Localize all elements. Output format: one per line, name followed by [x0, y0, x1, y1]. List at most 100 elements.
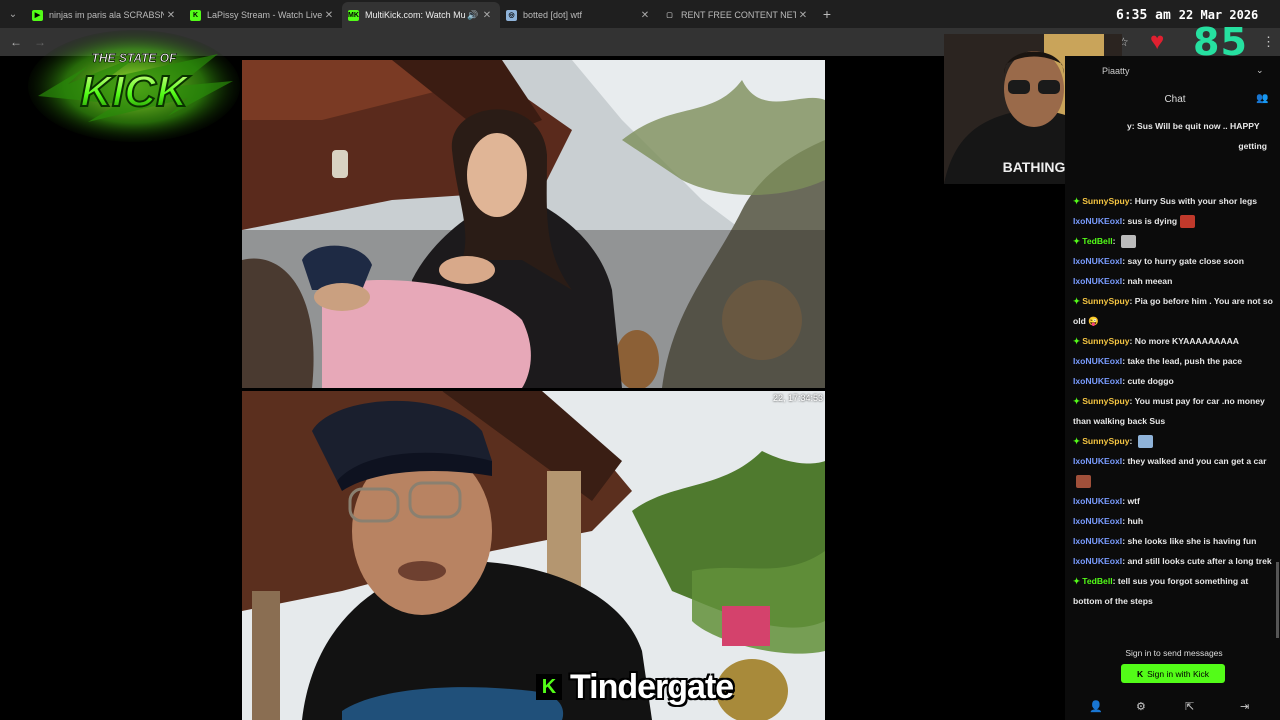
video-frame-top-scene: [242, 60, 825, 388]
chat-username[interactable]: SunnySpuy: [1082, 296, 1129, 306]
chat-username[interactable]: IxoNUKEoxI: [1073, 456, 1122, 466]
chat-username[interactable]: SunnySpuy: [1082, 196, 1129, 206]
emote-icon: [1137, 435, 1153, 449]
video-timestamp: 22, 17:34:53: [772, 393, 823, 403]
chat-username[interactable]: TedBell: [1082, 576, 1112, 586]
chat-text: No more KYAAAAAAAAA: [1134, 336, 1239, 346]
chat-partial-line: getting: [1238, 141, 1267, 151]
chat-message: IxoNUKEoxI: and still looks cute after a…: [1073, 551, 1275, 571]
tab-title: ninjas im paris ala SCRABSNYC: [49, 10, 164, 20]
chat-message: ✦ TedBell:: [1073, 231, 1275, 251]
stream-caption: K Tindergate: [536, 668, 734, 706]
browser-tab[interactable]: MK MultiKick.com: Watch Multi 🔊 ✕: [342, 2, 500, 28]
chevron-down-icon[interactable]: ⌄: [1256, 65, 1264, 76]
chat-username[interactable]: SunnySpuy: [1082, 396, 1129, 406]
chat-message: IxoNUKEoxI: they walked and you can get …: [1073, 451, 1275, 491]
chat-username[interactable]: IxoNUKEoxI: [1073, 256, 1122, 266]
multikick-icon: MK: [348, 9, 359, 21]
signin-button-label: Sign in with Kick: [1147, 668, 1210, 679]
close-tab-icon[interactable]: ✕: [480, 10, 494, 21]
chat-message: ✦ SunnySpuy:: [1073, 431, 1275, 451]
chat-username[interactable]: IxoNUKEoxI: [1073, 516, 1122, 526]
chat-username[interactable]: TedBell: [1082, 236, 1112, 246]
stream-video-bottom[interactable]: 22, 17:34:53: [242, 391, 825, 720]
chat-text: wtf: [1127, 496, 1140, 506]
speaker-icon[interactable]: 🔊: [466, 10, 480, 21]
chat-streamer-name[interactable]: Piaatty: [1102, 66, 1130, 76]
gear-icon[interactable]: ⚙: [1136, 700, 1146, 713]
state-of-kick-logo: THE STATE OF KICK: [28, 26, 240, 142]
chat-message: IxoNUKEoxI: she looks like she is having…: [1073, 531, 1275, 551]
close-tab-icon[interactable]: ✕: [322, 10, 336, 21]
browser-tab[interactable]: ◎ botted [dot] wtf ✕: [500, 2, 658, 28]
chat-username[interactable]: IxoNUKEoxI: [1073, 536, 1122, 546]
tab-title: RENT FREE CONTENT NETWOR: [681, 10, 796, 20]
bot-icon: ◎: [506, 9, 517, 21]
kick-logo-icon: K: [536, 674, 562, 700]
chat-message: IxoNUKEoxI: wtf: [1073, 491, 1275, 511]
chat-message: IxoNUKEoxI: nah meean: [1073, 271, 1275, 291]
add-user-icon[interactable]: 👤: [1089, 700, 1103, 713]
stream-video-top[interactable]: [242, 60, 825, 388]
chat-separator: :: [1112, 236, 1118, 246]
chat-text: say to hurry gate close soon: [1127, 256, 1244, 266]
tab-title: MultiKick.com: Watch Multi: [365, 10, 466, 20]
page-icon: ▢: [666, 12, 673, 19]
chat-username[interactable]: IxoNUKEoxI: [1073, 496, 1122, 506]
chat-username[interactable]: IxoNUKEoxI: [1073, 556, 1122, 566]
chat-username[interactable]: IxoNUKEoxI: [1073, 276, 1122, 286]
browser-tab[interactable]: ▶ ninjas im paris ala SCRABSNYC✕: [26, 2, 184, 28]
signin-with-kick-button[interactable]: K Sign in with Kick: [1121, 664, 1225, 683]
chat-username[interactable]: IxoNUKEoxI: [1073, 376, 1122, 386]
chat-username[interactable]: SunnySpuy: [1082, 436, 1129, 446]
chat-text: Hurry Sus with your shor legs: [1134, 196, 1257, 206]
close-tab-icon[interactable]: ✕: [164, 10, 178, 21]
chat-message: IxoNUKEoxI: say to hurry gate close soon: [1073, 251, 1275, 271]
back-arrow-icon[interactable]: ←: [10, 35, 22, 49]
tab-title: botted [dot] wtf: [523, 10, 583, 20]
browser-menu-icon[interactable]: ⋮: [1262, 34, 1275, 50]
users-icon[interactable]: 👥: [1256, 93, 1268, 104]
emote-icon: [1076, 475, 1091, 489]
sparkle-badge-icon: ✦: [1073, 436, 1081, 446]
exit-chat-icon[interactable]: ⇥: [1240, 700, 1249, 713]
chat-text: sus is dying: [1127, 216, 1178, 226]
tab-title: LaPissy Stream - Watch Live on: [207, 10, 322, 20]
sparkle-badge-icon: ✦: [1073, 336, 1081, 346]
chat-text: nah meean: [1127, 276, 1173, 286]
browser-tab[interactable]: K LaPissy Stream - Watch Live on ✕: [184, 2, 342, 28]
close-tab-icon[interactable]: ✕: [796, 10, 810, 21]
chat-message: IxoNUKEoxI: take the lead, push the pace: [1073, 351, 1275, 371]
chat-username[interactable]: IxoNUKEoxI: [1073, 216, 1122, 226]
chat-text: huh: [1127, 516, 1144, 526]
sparkle-badge-icon: ✦: [1073, 196, 1081, 206]
chat-text: cute doggo: [1127, 376, 1174, 386]
chat-message: IxoNUKEoxI: huh: [1073, 511, 1275, 531]
new-tab-button[interactable]: +: [816, 6, 838, 22]
heart-icon: ♥: [1150, 28, 1165, 55]
chat-text: she looks like she is having fun: [1127, 536, 1257, 546]
chat-text: take the lead, push the pace: [1127, 356, 1243, 366]
chat-message: IxoNUKEoxI: cute doggo: [1073, 371, 1275, 391]
tab-search-chevron-icon[interactable]: ⌄: [0, 0, 26, 28]
chat-title: Chat: [1164, 94, 1186, 105]
svg-text:BATHING: BATHING: [1003, 159, 1066, 175]
chat-panel: Piaatty ⌄ Chat 👥 y: Sus Will be quit now…: [1065, 56, 1280, 720]
chat-text: and still looks cute after a long trek: [1127, 556, 1272, 566]
play-icon: ▶: [32, 9, 43, 21]
close-tab-icon[interactable]: ✕: [638, 10, 652, 21]
logo-title: KICK: [80, 67, 191, 116]
browser-tab[interactable]: ▢ RENT FREE CONTENT NETWOR✕: [658, 2, 816, 28]
chat-text: they walked and you can get a car: [1127, 456, 1267, 466]
sparkle-badge-icon: ✦: [1073, 576, 1081, 586]
popout-icon[interactable]: ⇱: [1185, 700, 1194, 713]
chat-username[interactable]: IxoNUKEoxI: [1073, 356, 1122, 366]
sparkle-badge-icon: ✦: [1073, 296, 1081, 306]
chat-partial-lines: y: Sus Will be quit now .. HAPPY getting: [1127, 116, 1277, 156]
emote-icon: [1180, 215, 1196, 229]
chat-message: ✦ SunnySpuy: Pia go before him . You are …: [1073, 291, 1275, 331]
chat-scrollbar[interactable]: [1276, 562, 1279, 638]
chat-message: IxoNUKEoxI: sus is dying: [1073, 211, 1275, 231]
browser-tab-strip: ⌄ ▶ninjas im paris ala SCRABSNYC✕KLaPiss…: [0, 0, 1280, 28]
chat-username[interactable]: SunnySpuy: [1082, 336, 1129, 346]
